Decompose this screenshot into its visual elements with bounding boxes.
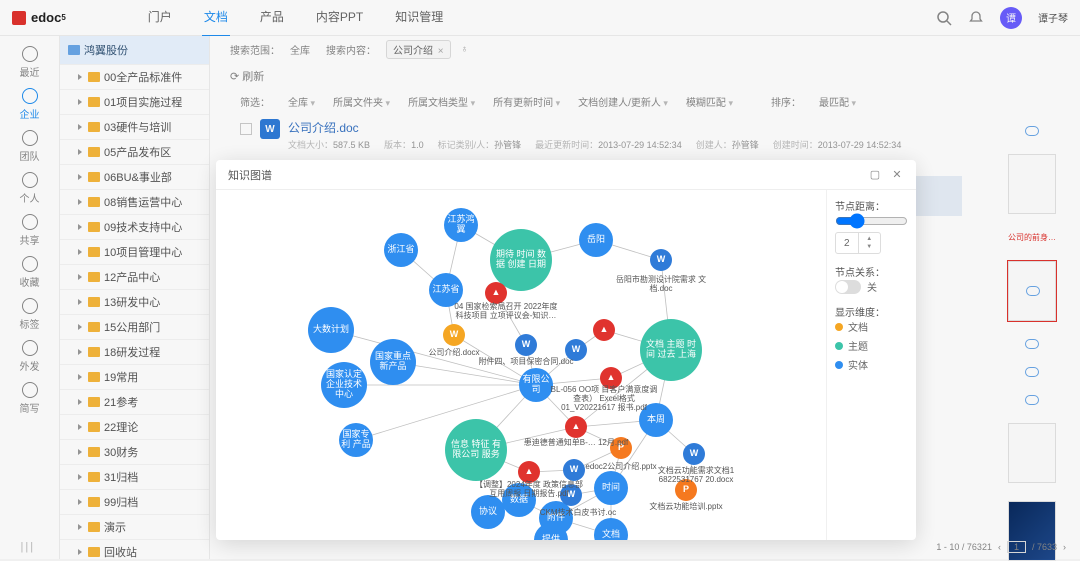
graph-node[interactable]: W [563, 459, 585, 481]
modal-close-icon[interactable]: ✕ [890, 168, 904, 181]
graph-node[interactable]: ▲ [485, 282, 507, 304]
graph-doc-label: CKM技术白皮书讨.oc [540, 508, 616, 517]
node-distance-slider[interactable] [835, 213, 908, 229]
graph-node[interactable]: 国家认定 企业技术 中心 [321, 362, 367, 408]
graph-node[interactable]: W [515, 334, 537, 356]
graph-node[interactable]: 大数计划 [308, 307, 354, 353]
graph-doc-label: 患迪德普通知单B-… 12月.pdf [524, 438, 628, 447]
relation-toggle-value: 关 [867, 279, 877, 294]
legend-dot-icon [835, 323, 843, 331]
graph-doc-label: 岳阳市勘测设计院需求 文档.doc [606, 275, 716, 293]
node-relation-label: 节点关系： [835, 264, 908, 279]
graph-node[interactable]: W [443, 324, 465, 346]
graph-doc-label: 附件四、项目保密合同.doc [478, 357, 573, 366]
graph-node[interactable]: 岳阳 [579, 223, 613, 257]
node-distance-stepper[interactable]: 2 ▲▼ [835, 232, 881, 254]
stepper-up[interactable]: ▲ [859, 235, 881, 243]
graph-doc-label: 公司介绍.docx [428, 348, 479, 357]
graph-doc-label: BL-056 OO项 目客户满意度调查表） Excel格式01_V2022161… [549, 385, 659, 413]
graph-doc-label: 文档云功能培训.pptx [649, 502, 722, 511]
legend-dot-icon [835, 342, 843, 350]
graph-side-panel: 节点距离： 2 ▲▼ 节点关系： 关 显示维度： 文档主题实体 [826, 190, 916, 540]
graph-node[interactable]: 国家专利 产品 [339, 423, 373, 457]
legend-dot-icon [835, 361, 843, 369]
graph-node[interactable]: 江苏鸿翼 [444, 208, 478, 242]
knowledge-graph-modal: 知识图谱 ▢ ✕ 浙江省江苏鸿翼江苏省期待 时间 数据 创建 日期岳阳WW▲大数… [216, 160, 916, 540]
legend: 文档主题实体 [835, 319, 908, 372]
graph-node[interactable]: W [650, 249, 672, 271]
legend-label: 实体 [848, 357, 868, 372]
graph-node[interactable]: ▲ [593, 319, 615, 341]
modal-title: 知识图谱 [228, 167, 272, 183]
graph-canvas[interactable]: 浙江省江苏鸿翼江苏省期待 时间 数据 创建 日期岳阳WW▲大数计划国家认定 企业… [216, 190, 826, 540]
graph-doc-label: 文档云功能需求文档1 6822531767 20.docx [641, 466, 751, 484]
node-distance-label: 节点距离： [835, 198, 908, 213]
legend-item[interactable]: 主题 [835, 338, 908, 353]
graph-node[interactable]: 有限公司 [519, 368, 553, 402]
dimension-label: 显示维度： [835, 304, 908, 319]
graph-node[interactable]: W [683, 443, 705, 465]
graph-doc-label: 【调整】2024年度 政策信息部互用周报 日期报告.pdf [474, 480, 584, 498]
stepper-down[interactable]: ▼ [859, 243, 881, 251]
graph-node[interactable]: 国家重点 新产品 [370, 339, 416, 385]
graph-doc-label: 04 国家检索局召开 2022年度科技项目 立项评议会-知识… [451, 302, 561, 320]
node-distance-value: 2 [836, 236, 858, 251]
graph-node[interactable]: 协议 [471, 495, 505, 529]
graph-node[interactable]: ▲ [565, 416, 587, 438]
graph-node[interactable]: 时间 [594, 471, 628, 505]
legend-label: 主题 [848, 338, 868, 353]
relation-toggle[interactable] [835, 280, 861, 294]
graph-node[interactable]: 信息 特征 有限公司 服务 [445, 419, 507, 481]
legend-item[interactable]: 文档 [835, 319, 908, 334]
graph-node[interactable]: 浙江省 [384, 233, 418, 267]
graph-node[interactable]: 文档 主题 时间 过去 上海 [640, 319, 702, 381]
legend-item[interactable]: 实体 [835, 357, 908, 372]
modal-maximize-icon[interactable]: ▢ [868, 168, 882, 181]
legend-label: 文档 [848, 319, 868, 334]
